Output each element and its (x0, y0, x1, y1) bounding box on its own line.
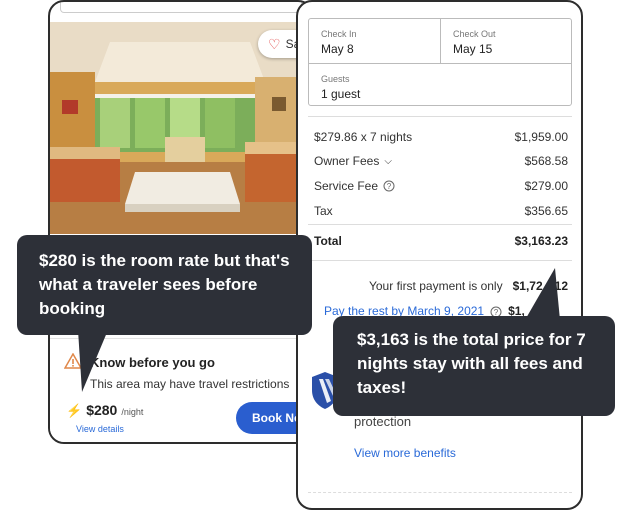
first-payment-label: Your first payment is only (368, 279, 503, 293)
callout-pointer (78, 330, 108, 392)
callout-total-price: $3,163 is the total price for 7 nights s… (333, 316, 615, 416)
check-out-value: May 15 (453, 42, 493, 56)
check-in-field[interactable]: Check In May 8 (309, 19, 441, 63)
protection-label: protection (354, 414, 412, 429)
bolt-icon: ⚡ (66, 403, 83, 418)
check-out-field[interactable]: Check Out May 15 (441, 19, 573, 63)
check-out-label: Check Out (453, 29, 496, 39)
service-fee-label: Service Fee (314, 179, 379, 193)
tax-line: Tax $356.65 (314, 204, 568, 218)
callout-room-rate: $280 is the room rate but that's what a … (17, 235, 312, 335)
price-row: ⚡ $280 /night (66, 402, 143, 419)
service-fee-value: $279.00 (524, 179, 568, 193)
check-in-value: May 8 (321, 42, 354, 56)
nightly-line-label: $279.86 x 7 nights (314, 130, 413, 144)
divider (308, 116, 572, 117)
guests-field[interactable]: Guests 1 guest (309, 63, 571, 106)
price-unit: /night (121, 407, 144, 417)
callout-pointer (525, 268, 560, 320)
date-guest-picker: Check In May 8 Check Out May 15 Guests 1… (308, 18, 572, 106)
nightly-line: $279.86 x 7 nights $1,959.00 (314, 130, 568, 144)
tax-value: $356.65 (524, 204, 568, 218)
help-icon[interactable]: ? (383, 180, 395, 192)
booking-phone: Check In May 8 Check Out May 15 Guests 1… (296, 0, 583, 510)
owner-fees-line[interactable]: Owner Fees ⌵ $568.58 (314, 154, 568, 168)
tax-label: Tax (314, 204, 333, 218)
total-line: Total $3,163.23 (314, 234, 568, 248)
heart-icon: ♡ (268, 35, 281, 52)
owner-fees-label: Owner Fees (314, 154, 380, 168)
total-value: $3,163.23 (514, 234, 568, 248)
owner-fees-value: $568.58 (524, 154, 568, 168)
view-more-benefits-link[interactable]: View more benefits (354, 446, 456, 460)
svg-text:?: ? (387, 182, 392, 191)
nightly-line-value: $1,959.00 (514, 130, 568, 144)
know-text: This area may have travel restrictions (90, 377, 290, 391)
divider (308, 260, 572, 261)
service-fee-line: Service Fee ? $279.00 (314, 179, 568, 193)
search-bar-edge[interactable] (60, 2, 302, 13)
total-label: Total (314, 234, 342, 248)
guests-label: Guests (321, 74, 350, 84)
divider (308, 492, 572, 493)
divider (308, 224, 572, 225)
price-bar: ⚡ $280 /night View details Book Now (50, 392, 312, 442)
check-in-label: Check In (321, 29, 357, 39)
chevron-down-icon[interactable]: ⌵ (384, 156, 392, 167)
guests-value: 1 guest (321, 87, 361, 101)
know-title: Know before you go (90, 355, 215, 370)
nightly-price: $280 (86, 402, 118, 418)
view-details-link[interactable]: View details (76, 424, 124, 434)
